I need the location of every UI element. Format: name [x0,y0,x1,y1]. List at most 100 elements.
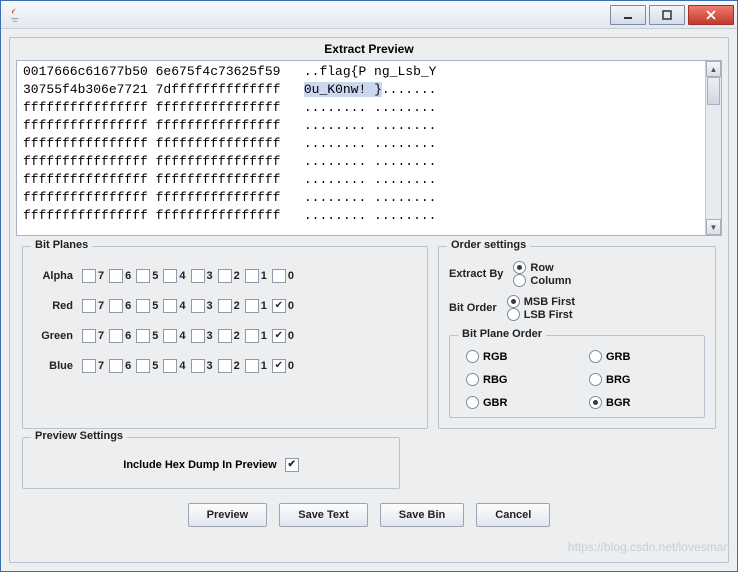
save-text-button[interactable]: Save Text [279,503,368,527]
radio-icon[interactable] [513,261,526,274]
bitplane-red-bit4[interactable]: 4 [163,299,185,313]
bitplane-alpha-bit5[interactable]: 5 [136,269,158,283]
checkbox-icon[interactable] [272,359,286,373]
bitplane-green-bit6[interactable]: 6 [109,329,131,343]
checkbox-icon[interactable] [218,299,232,313]
radio-label: LSB First [524,309,573,321]
extract-by-radio-column[interactable]: Column [513,274,571,287]
bitplane-blue-bit6[interactable]: 6 [109,359,131,373]
checkbox-icon[interactable] [82,269,96,283]
checkbox-icon[interactable] [109,299,123,313]
checkbox-icon[interactable] [136,269,150,283]
checkbox-icon[interactable] [191,359,205,373]
bitplane-green-bit7[interactable]: 7 [82,329,104,343]
minimize-button[interactable] [610,5,646,25]
maximize-button[interactable] [649,5,685,25]
bitplane-green-bit2[interactable]: 2 [218,329,240,343]
preview-button[interactable]: Preview [188,503,268,527]
bitplane-red-bit1[interactable]: 1 [245,299,267,313]
vertical-scrollbar[interactable]: ▲ ▼ [705,61,721,235]
checkbox-icon[interactable] [191,269,205,283]
plane-order-radio-rgb[interactable]: RGB [466,350,565,363]
hex-dump-text[interactable]: 0017666c61677b50 6e675f4c73625f59 ..flag… [17,61,705,235]
scroll-up-button[interactable]: ▲ [706,61,721,77]
checkbox-icon[interactable] [136,329,150,343]
plane-order-radio-bgr[interactable]: BGR [589,396,688,409]
bitplane-alpha-bit1[interactable]: 1 [245,269,267,283]
checkbox-icon[interactable] [82,299,96,313]
plane-order-radio-brg[interactable]: BRG [589,373,688,386]
bitplane-green-bit3[interactable]: 3 [191,329,213,343]
checkbox-icon[interactable] [218,359,232,373]
bitplane-green-bit5[interactable]: 5 [136,329,158,343]
bitplane-blue-bit3[interactable]: 3 [191,359,213,373]
checkbox-icon[interactable] [109,269,123,283]
radio-icon[interactable] [466,396,479,409]
checkbox-icon[interactable] [163,269,177,283]
checkbox-icon[interactable] [82,329,96,343]
bitplane-blue-bit2[interactable]: 2 [218,359,240,373]
bitplane-alpha-bit4[interactable]: 4 [163,269,185,283]
bitplane-alpha-bit0[interactable]: 0 [272,269,294,283]
save-bin-button[interactable]: Save Bin [380,503,464,527]
checkbox-icon[interactable] [109,329,123,343]
bitplane-green-bit1[interactable]: 1 [245,329,267,343]
plane-order-radio-rbg[interactable]: RBG [466,373,565,386]
bitplane-red-bit7[interactable]: 7 [82,299,104,313]
checkbox-icon[interactable] [163,359,177,373]
bitplane-red-bit2[interactable]: 2 [218,299,240,313]
bitplane-alpha-bit7[interactable]: 7 [82,269,104,283]
radio-icon[interactable] [507,308,520,321]
bitplane-red-bit3[interactable]: 3 [191,299,213,313]
bitplane-alpha-bit2[interactable]: 2 [218,269,240,283]
bitplane-red-bit5[interactable]: 5 [136,299,158,313]
checkbox-icon[interactable] [163,299,177,313]
checkbox-icon[interactable] [218,269,232,283]
checkbox-icon[interactable] [191,299,205,313]
extract-by-radio-row[interactable]: Row [513,261,571,274]
checkbox-icon[interactable] [245,329,259,343]
bitplane-alpha-bit3[interactable]: 3 [191,269,213,283]
bitplane-red-bit6[interactable]: 6 [109,299,131,313]
checkbox-icon[interactable] [136,299,150,313]
bitplane-red-bit0[interactable]: 0 [272,299,294,313]
bitplane-alpha-bit6[interactable]: 6 [109,269,131,283]
radio-icon[interactable] [466,373,479,386]
checkbox-icon[interactable] [109,359,123,373]
checkbox-icon[interactable] [272,299,286,313]
checkbox-icon[interactable] [245,299,259,313]
radio-icon[interactable] [513,274,526,287]
checkbox-icon[interactable] [136,359,150,373]
plane-order-radio-grb[interactable]: GRB [589,350,688,363]
scroll-down-button[interactable]: ▼ [706,219,721,235]
plane-order-radio-gbr[interactable]: GBR [466,396,565,409]
checkbox-icon[interactable] [272,269,286,283]
bit-label: 3 [207,360,213,372]
radio-icon[interactable] [589,373,602,386]
checkbox-icon[interactable] [191,329,205,343]
bitplane-blue-bit1[interactable]: 1 [245,359,267,373]
radio-icon[interactable] [589,396,602,409]
include-hex-checkbox[interactable] [285,458,299,472]
bitplane-blue-bit5[interactable]: 5 [136,359,158,373]
checkbox-icon[interactable] [272,329,286,343]
bitplane-blue-bit4[interactable]: 4 [163,359,185,373]
bitplane-green-bit4[interactable]: 4 [163,329,185,343]
radio-icon[interactable] [466,350,479,363]
checkbox-icon[interactable] [245,359,259,373]
checkbox-icon[interactable] [163,329,177,343]
checkbox-icon[interactable] [245,269,259,283]
checkbox-icon[interactable] [82,359,96,373]
cancel-button[interactable]: Cancel [476,503,550,527]
bitplane-blue-bit7[interactable]: 7 [82,359,104,373]
radio-icon[interactable] [507,295,520,308]
scroll-track[interactable] [706,77,721,219]
bit-order-radio-msb-first[interactable]: MSB First [507,295,575,308]
close-button[interactable] [688,5,734,25]
scroll-thumb[interactable] [707,77,720,105]
bitplane-green-bit0[interactable]: 0 [272,329,294,343]
bitplane-blue-bit0[interactable]: 0 [272,359,294,373]
radio-icon[interactable] [589,350,602,363]
checkbox-icon[interactable] [218,329,232,343]
bit-order-radio-lsb-first[interactable]: LSB First [507,308,575,321]
